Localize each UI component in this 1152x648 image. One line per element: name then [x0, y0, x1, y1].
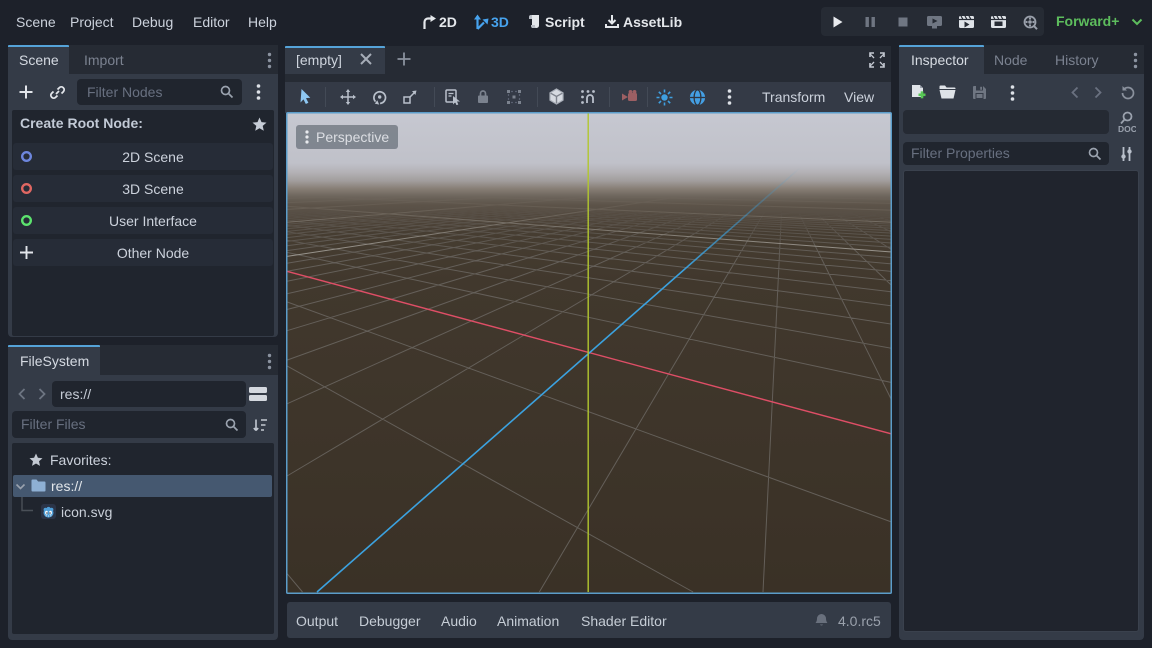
svg-text:Perspective: Perspective	[316, 129, 389, 145]
svg-text:DOC: DOC	[1118, 124, 1136, 134]
